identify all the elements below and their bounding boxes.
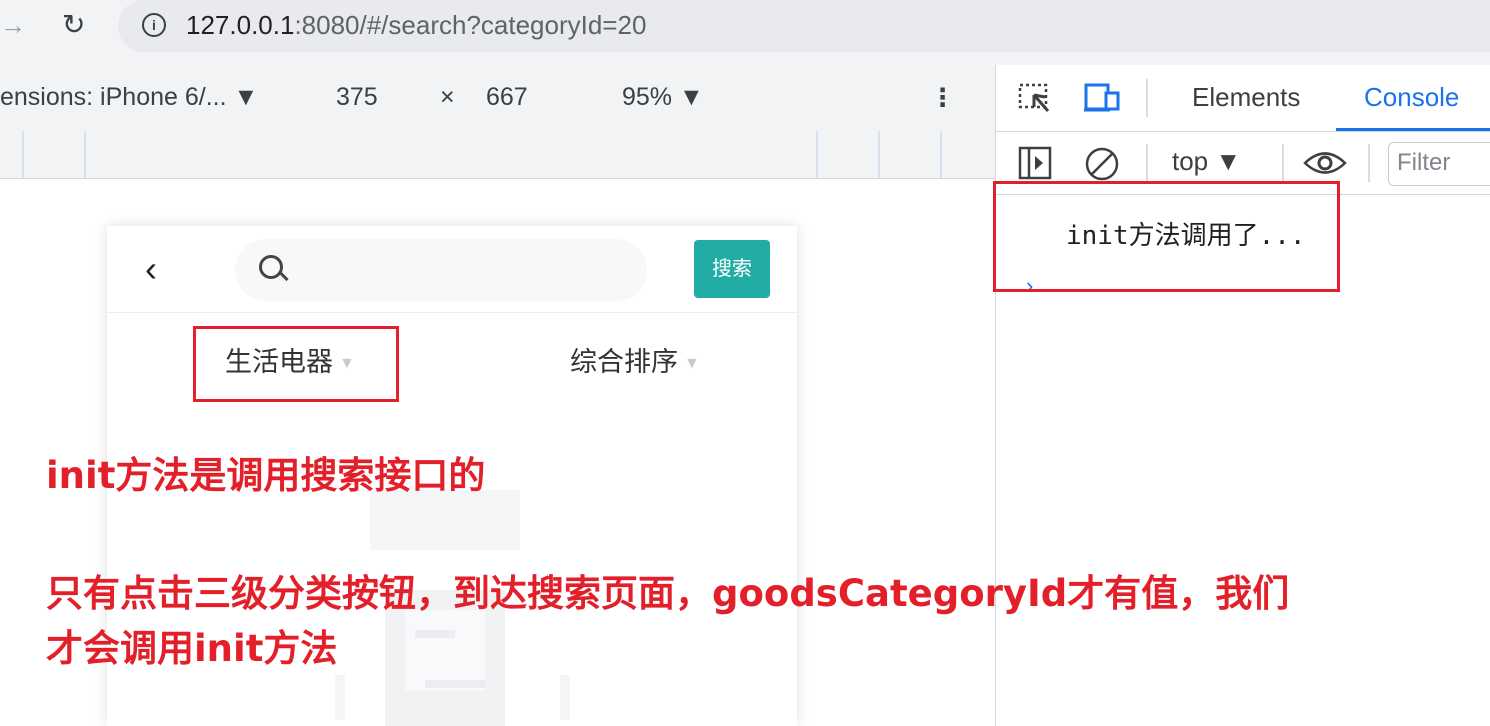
reload-icon[interactable]: ↻ xyxy=(62,8,85,41)
eye-icon[interactable] xyxy=(1302,146,1348,180)
highlight-console-message xyxy=(993,181,1340,292)
media-query-ruler xyxy=(0,131,995,179)
device-toggle-icon[interactable] xyxy=(1084,83,1122,113)
device-dimensions-select[interactable]: ensions: iPhone 6/... ▼ xyxy=(0,83,258,112)
annotation-line-3: 才会调用init方法 xyxy=(46,627,338,670)
url-host: 127.0.0.1 xyxy=(186,10,295,40)
filter-placeholder: Filter xyxy=(1397,149,1451,176)
inspect-element-icon[interactable] xyxy=(1018,83,1052,115)
url-text[interactable]: 127.0.0.1:8080/#/search?categoryId=20 xyxy=(186,10,646,41)
filter-input[interactable]: Filter xyxy=(1388,142,1490,186)
tab-console[interactable]: Console xyxy=(1364,82,1459,113)
forward-icon[interactable]: → xyxy=(0,10,26,41)
clear-console-icon[interactable] xyxy=(1084,146,1120,182)
back-icon[interactable]: ‹ xyxy=(145,248,157,290)
search-icon xyxy=(259,255,283,279)
search-button[interactable]: 搜索 xyxy=(694,240,770,298)
devtools-panel: Elements Console top ▼ Filter init方法调用了.… xyxy=(995,65,1490,726)
context-select[interactable]: top ▼ xyxy=(1172,146,1241,177)
filter-sort-label: 综合排序 xyxy=(570,347,678,377)
sidebar-toggle-icon[interactable] xyxy=(1018,146,1052,180)
address-bar-row: → ↻ i 127.0.0.1:8080/#/search?categoryId… xyxy=(0,0,1490,65)
divider xyxy=(107,312,797,313)
device-height-input[interactable]: 667 xyxy=(486,83,528,112)
device-toolbar: ensions: iPhone 6/... ▼ 375 × 667 95% ▼ … xyxy=(0,65,995,132)
more-options-icon[interactable]: ⋮ xyxy=(930,83,955,113)
annotation-line-2: 只有点击三级分类按钮，到达搜索页面，goodsCategoryId才有值，我们 xyxy=(46,572,1290,615)
url-bar[interactable]: i 127.0.0.1:8080/#/search?categoryId=20 xyxy=(118,0,1490,52)
info-icon[interactable]: i xyxy=(142,13,166,37)
highlight-category-filter xyxy=(193,326,399,402)
devtools-tabbar: Elements Console xyxy=(996,65,1490,132)
active-tab-indicator xyxy=(1336,128,1490,131)
device-width-input[interactable]: 375 xyxy=(336,83,378,112)
zoom-select[interactable]: 95% ▼ xyxy=(622,83,704,112)
caret-down-icon: ▼ xyxy=(684,354,700,372)
annotation-line-1: init方法是调用搜索接口的 xyxy=(46,454,486,497)
times-icon: × xyxy=(440,83,455,111)
tab-elements[interactable]: Elements xyxy=(1192,82,1300,113)
filter-sort[interactable]: 综合排序 ▼ xyxy=(570,340,700,379)
search-input[interactable] xyxy=(235,239,647,301)
url-path: :8080/#/search?categoryId=20 xyxy=(294,10,647,40)
